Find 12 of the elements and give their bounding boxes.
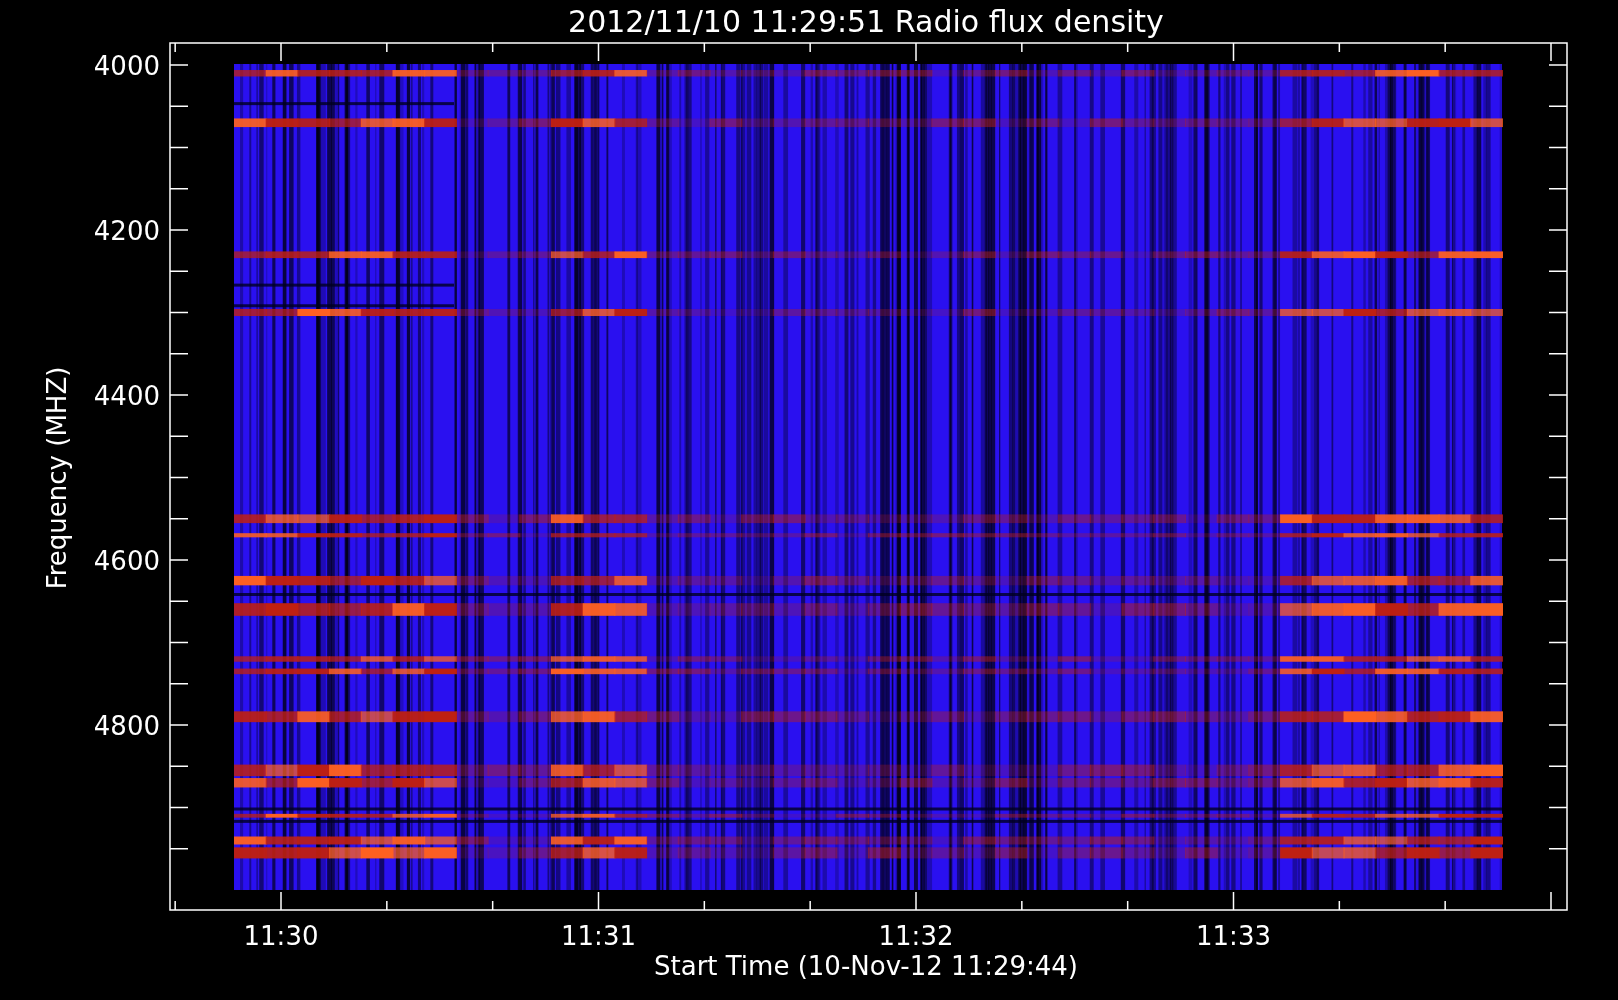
plot-title: 2012/11/10 11:29:51 Radio flux density — [568, 4, 1164, 39]
y-axis-label: Frequency (MHZ) — [42, 366, 72, 590]
y-tick-label: 4600 — [93, 546, 160, 576]
x-tick-label: 11:30 — [243, 921, 319, 951]
y-tick-label: 4000 — [93, 51, 160, 81]
x-axis-label: Start Time (10-Nov-12 11:29:44) — [654, 951, 1078, 981]
y-tick-label: 4200 — [93, 216, 160, 246]
x-tick-label: 11:32 — [878, 921, 954, 951]
y-tick-label: 4800 — [93, 711, 160, 741]
x-tick-label: 11:31 — [561, 921, 636, 951]
x-tick-label: 11:33 — [1196, 921, 1271, 951]
y-tick-label: 4400 — [93, 381, 160, 411]
